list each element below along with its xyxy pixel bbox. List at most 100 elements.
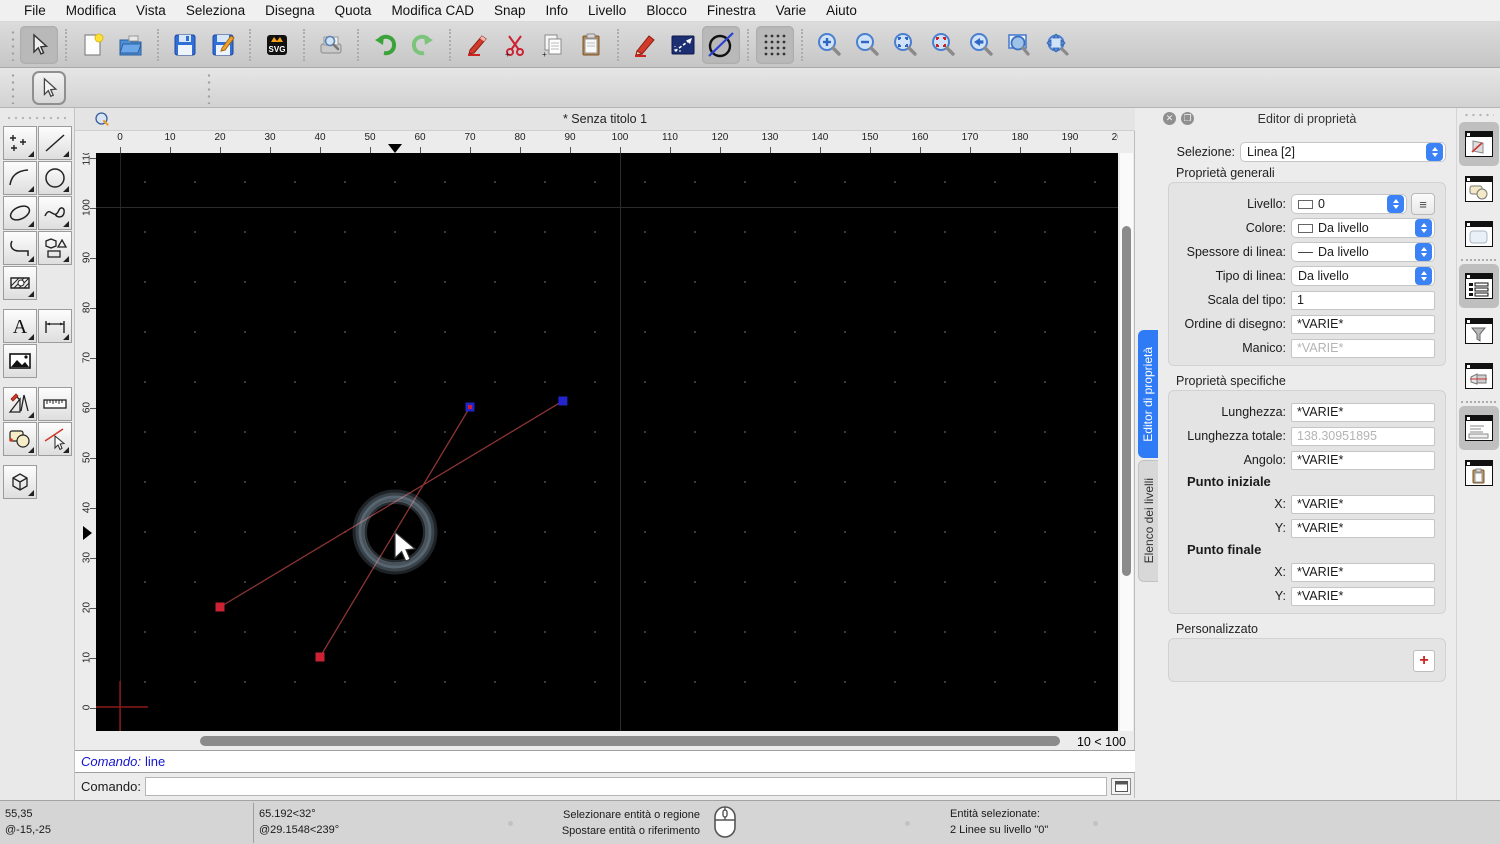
layer-menu-button[interactable]: ≡ — [1411, 193, 1435, 215]
scala-input[interactable]: 1 — [1291, 291, 1435, 310]
redo-button[interactable] — [404, 26, 442, 64]
pi-x-input[interactable]: *VARIE* — [1291, 495, 1435, 514]
circle-tools-button[interactable] — [38, 161, 72, 195]
arc-tools-button[interactable] — [3, 161, 37, 195]
spessore-combo[interactable]: Da livello — [1291, 242, 1435, 262]
menu-item-blocco[interactable]: Blocco — [636, 3, 697, 18]
zoom-previous-button[interactable] — [962, 26, 1000, 64]
endpoint-handle-red[interactable] — [216, 603, 225, 612]
horizontal-scrollbar-thumb[interactable] — [200, 736, 1060, 746]
polyline-tools-button[interactable] — [3, 231, 37, 265]
trim-tools-button[interactable] — [38, 422, 72, 456]
zoom-selection-button[interactable] — [924, 26, 962, 64]
line-tool-button[interactable] — [664, 26, 702, 64]
ellipse-tools-button[interactable] — [3, 196, 37, 230]
toolbar-drag-handle[interactable] — [10, 72, 16, 104]
cut-button[interactable]: + — [496, 26, 534, 64]
colore-combo[interactable]: Da livello — [1291, 218, 1435, 238]
menu-item-modifica[interactable]: Modifica — [56, 3, 126, 18]
angolo-input[interactable]: *VARIE* — [1291, 451, 1435, 470]
dock-toggle-viewport[interactable] — [1459, 122, 1499, 166]
toolbar-drag-handle[interactable] — [10, 29, 16, 61]
open-file-button[interactable] — [112, 26, 150, 64]
horizontal-scrollbar[interactable] — [75, 733, 1075, 749]
tab-property-editor[interactable]: Editor di proprietà — [1138, 330, 1158, 458]
menu-item-info[interactable]: Info — [536, 3, 579, 18]
menu-item-snap[interactable]: Snap — [484, 3, 536, 18]
dock-toggle-property-list[interactable] — [1459, 264, 1499, 308]
active-selection-tool-button[interactable] — [32, 71, 66, 105]
pf-y-input[interactable]: *VARIE* — [1291, 587, 1435, 606]
endpoint-handle-blue[interactable] — [558, 396, 567, 405]
menu-item-vista[interactable]: Vista — [126, 3, 176, 18]
palette-drag-handle[interactable] — [8, 114, 66, 122]
circle-line-tool-button[interactable] — [702, 26, 740, 64]
point-tools-button[interactable] — [3, 126, 37, 160]
vertical-scrollbar-thumb[interactable] — [1122, 226, 1131, 576]
menu-item-seleziona[interactable]: Seleziona — [176, 3, 255, 18]
zoom-out-button[interactable] — [848, 26, 886, 64]
menu-item-disegna[interactable]: Disegna — [255, 3, 325, 18]
menu-item-finestra[interactable]: Finestra — [697, 3, 766, 18]
add-custom-property-button[interactable]: + — [1413, 650, 1435, 672]
dock-toggle-blocks[interactable] — [1459, 167, 1499, 211]
lineweight-sample-icon — [1298, 252, 1313, 253]
text-tool-button[interactable]: A — [3, 309, 37, 343]
menu-item-file[interactable]: File — [14, 3, 56, 18]
endpoint-handle-red[interactable] — [316, 653, 325, 662]
dock-drag-handle[interactable] — [1463, 112, 1494, 118]
pan-button[interactable] — [1038, 26, 1076, 64]
menu-item-modifica-cad[interactable]: Modifica CAD — [381, 3, 484, 18]
livello-combo[interactable]: 0 — [1291, 194, 1407, 214]
panel-close-button[interactable]: ✕ — [1163, 112, 1176, 125]
panel-float-button[interactable]: ❐ — [1181, 112, 1194, 125]
zoom-window-button[interactable] — [1000, 26, 1038, 64]
command-window-button[interactable] — [1111, 778, 1131, 795]
dimension-tools-button[interactable] — [38, 309, 72, 343]
undo-button[interactable] — [366, 26, 404, 64]
menu-item-varie[interactable]: Varie — [766, 3, 817, 18]
dock-toggle-command-line[interactable] — [1459, 406, 1499, 450]
ordine-input[interactable]: *VARIE* — [1291, 315, 1435, 334]
save-as-button[interactable] — [204, 26, 242, 64]
command-input[interactable] — [145, 777, 1107, 796]
copy-button[interactable]: + — [534, 26, 572, 64]
selection-pointer-button[interactable] — [20, 26, 58, 64]
menu-item-aiuto[interactable]: Aiuto — [816, 3, 867, 18]
save-button[interactable] — [166, 26, 204, 64]
zoom-in-button[interactable] — [810, 26, 848, 64]
color-swatch — [1298, 224, 1313, 233]
menu-item-livello[interactable]: Livello — [578, 3, 636, 18]
print-preview-button[interactable] — [312, 26, 350, 64]
toolbar-drag-handle[interactable] — [206, 72, 212, 104]
spline-tools-button[interactable] — [38, 196, 72, 230]
solid-tools-button[interactable] — [3, 465, 37, 499]
tipo-combo[interactable]: Da livello — [1291, 266, 1435, 286]
draw-pencil-button[interactable] — [626, 26, 664, 64]
tab-layer-list[interactable]: Elenco dei livelli — [1138, 460, 1158, 582]
new-document-button[interactable] — [74, 26, 112, 64]
cad-tools-button[interactable] — [3, 387, 37, 421]
dock-toggle-selection-filter[interactable] — [1459, 309, 1499, 353]
delete-button[interactable] — [458, 26, 496, 64]
drawing-canvas[interactable] — [96, 153, 1118, 731]
modify-tools-button[interactable] — [3, 422, 37, 456]
paste-button[interactable] — [572, 26, 610, 64]
vertical-scrollbar[interactable] — [1120, 153, 1133, 731]
lunghezza-input[interactable]: *VARIE* — [1291, 403, 1435, 422]
selection-combo[interactable]: Linea [2] — [1240, 142, 1446, 162]
pi-y-input[interactable]: *VARIE* — [1291, 519, 1435, 538]
measure-tools-button[interactable] — [38, 387, 72, 421]
menu-item-quota[interactable]: Quota — [325, 3, 382, 18]
grid-toggle-button[interactable] — [756, 26, 794, 64]
pf-x-input[interactable]: *VARIE* — [1291, 563, 1435, 582]
shape-tools-button[interactable] — [38, 231, 72, 265]
svg-export-button[interactable]: SVG — [258, 26, 296, 64]
hatch-tool-button[interactable] — [3, 266, 37, 300]
image-tool-button[interactable] — [3, 344, 37, 378]
dock-toggle-blank[interactable] — [1459, 212, 1499, 256]
dock-toggle-clipboard[interactable] — [1459, 451, 1499, 495]
dock-toggle-wall[interactable] — [1459, 354, 1499, 398]
line-tools-button[interactable] — [38, 126, 72, 160]
zoom-auto-button[interactable] — [886, 26, 924, 64]
